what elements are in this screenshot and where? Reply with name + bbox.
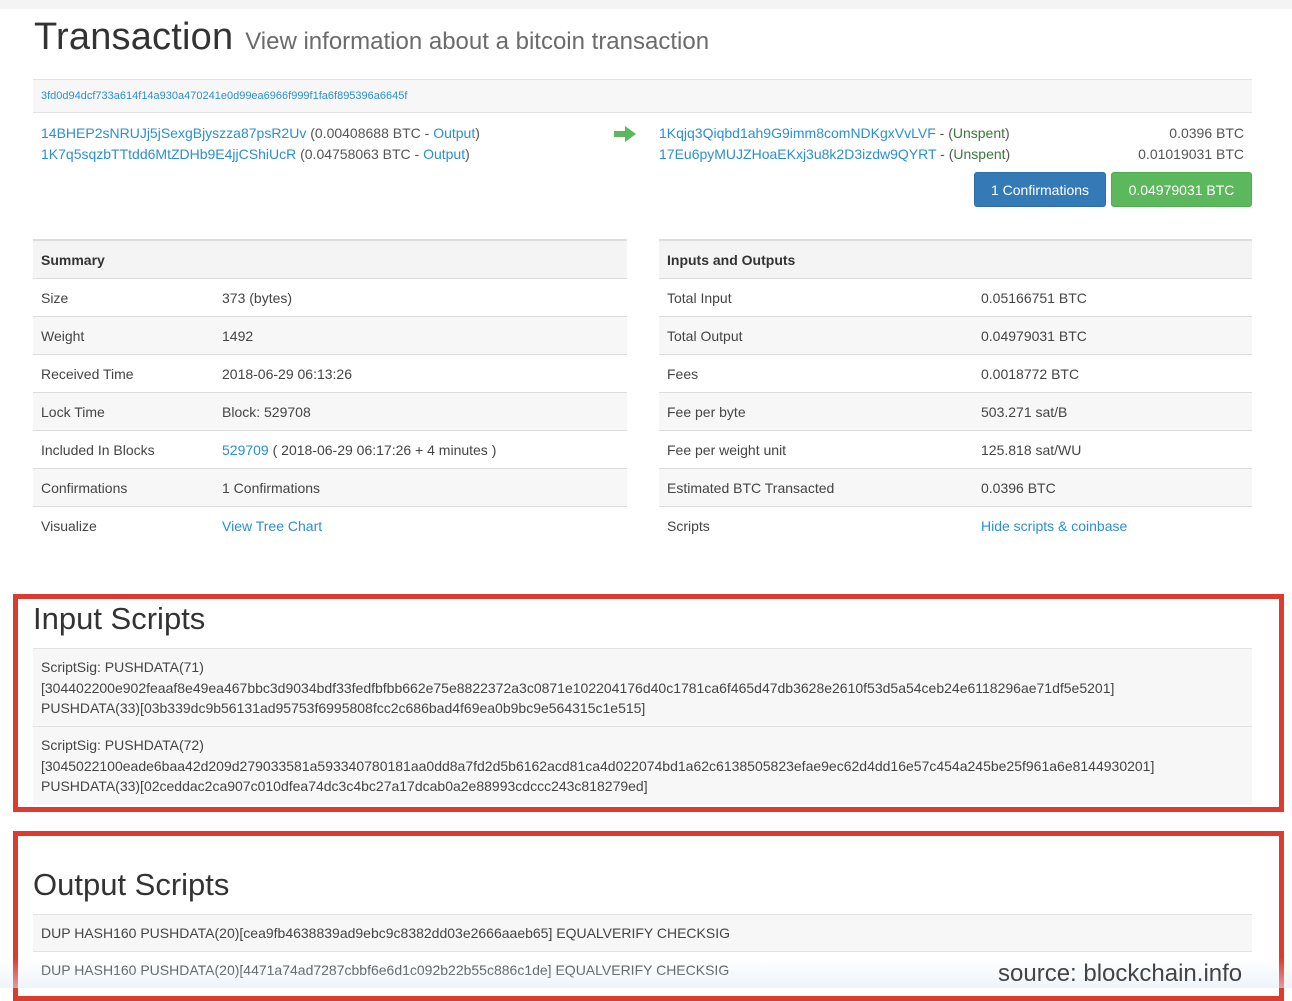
row-label: Fee per byte (659, 392, 973, 431)
source-caption: source: blockchain.info (998, 960, 1243, 987)
row-value: Block: 529708 (214, 392, 627, 431)
input-address-link[interactable]: 14BHEP2sNRUJj5jSexgBjyszza87psR2Uv (41, 125, 306, 141)
table-row: Confirmations 1 Confirmations (33, 468, 627, 507)
block-time: ( 2018-06-29 06:17:26 + 4 minutes ) (268, 441, 497, 458)
row-label: Confirmations (33, 468, 214, 507)
inputs-outputs-heading: Inputs and Outputs (659, 239, 1252, 279)
top-strip (0, 0, 1292, 9)
view-tree-chart-link[interactable]: View Tree Chart (222, 518, 322, 534)
output-values: 0.0396 BTC 0.01019031 BTC (1138, 123, 1244, 165)
table-row: Visualize View Tree Chart (33, 506, 627, 544)
confirmations-button[interactable]: 1 Confirmations (974, 172, 1106, 207)
arrow-right-icon (614, 126, 636, 142)
output-address-link[interactable]: 1Kqjq3Qiqbd1ah9G9imm8comNDKgxVvLVF (659, 125, 936, 141)
table-row: Size 373 (bytes) (33, 278, 627, 317)
input-scripts-highlight (13, 594, 1284, 812)
input-amount: (0.00408688 BTC - (310, 125, 434, 141)
block-link[interactable]: 529709 (222, 442, 269, 458)
row-value: 529709 ( 2018-06-29 06:17:26 + 4 minutes… (214, 430, 627, 469)
output-status: Unspent (952, 125, 1006, 141)
inputs-list: 14BHEP2sNRUJj5jSexgBjyszza87psR2Uv (0.00… (41, 123, 480, 165)
row-label: Fees (659, 354, 973, 393)
row-label: Fee per weight unit (659, 430, 973, 469)
outputs-list: 1Kqjq3Qiqbd1ah9G9imm8comNDKgxVvLVF - (Un… (659, 123, 1010, 165)
output-item: 17Eu6pyMUJZHoaEKxj3u8k2D3izdw9QYRT - (Un… (659, 146, 1011, 162)
row-value: 1492 (214, 316, 627, 355)
row-value: 125.818 sat/WU (973, 430, 1252, 469)
table-row: Lock Time Block: 529708 (33, 392, 627, 431)
input-output-link[interactable]: Output (433, 125, 475, 141)
output-item: 1Kqjq3Qiqbd1ah9G9imm8comNDKgxVvLVF - (Un… (659, 125, 1010, 141)
input-output-link[interactable]: Output (423, 146, 465, 162)
inputs-outputs-table: Inputs and Outputs Total Input 0.0516675… (659, 239, 1252, 544)
total-amount-button[interactable]: 0.04979031 BTC (1111, 172, 1252, 207)
table-row: Weight 1492 (33, 316, 627, 355)
table-row: Fee per byte 503.271 sat/B (659, 392, 1252, 431)
summary-table: Summary Size 373 (bytes) Weight 1492 Rec… (33, 239, 627, 544)
row-value: 0.04979031 BTC (973, 316, 1252, 355)
row-label: Size (33, 278, 214, 317)
row-label: Estimated BTC Transacted (659, 468, 973, 507)
row-value: 2018-06-29 06:13:26 (214, 354, 627, 393)
output-address-link[interactable]: 17Eu6pyMUJZHoaEKxj3u8k2D3izdw9QYRT (659, 146, 936, 162)
row-value: 373 (bytes) (214, 278, 627, 317)
input-amount: (0.04758063 BTC - (300, 146, 424, 162)
row-value: 0.0018772 BTC (973, 354, 1252, 393)
page-title: Transaction (34, 16, 234, 58)
row-value: 0.0396 BTC (973, 468, 1252, 507)
page-subtitle: View information about a bitcoin transac… (245, 28, 710, 55)
row-value: View Tree Chart (214, 506, 627, 544)
table-row: Total Input 0.05166751 BTC (659, 278, 1252, 317)
table-row: Included In Blocks 529709 ( 2018-06-29 0… (33, 430, 627, 469)
transaction-hash-link[interactable]: 3fd0d94dcf733a614f14a930a470241e0d99ea69… (41, 90, 407, 102)
row-label: Lock Time (33, 392, 214, 431)
row-label: Total Output (659, 316, 973, 355)
table-row: Estimated BTC Transacted 0.0396 BTC (659, 468, 1252, 507)
row-value: 503.271 sat/B (973, 392, 1252, 431)
input-item: 1K7q5sqzbTTtdd6MtZDHb9E4jjCShiUcR (0.047… (41, 146, 470, 162)
transaction-hash-row: 3fd0d94dcf733a614f14a930a470241e0d99ea69… (33, 79, 1252, 113)
row-label: Scripts (659, 506, 973, 544)
page-header: Transaction View information about a bit… (34, 16, 709, 59)
input-address-link[interactable]: 1K7q5sqzbTTtdd6MtZDHb9E4jjCShiUcR (41, 146, 296, 162)
table-row: Scripts Hide scripts & coinbase (659, 506, 1252, 544)
summary-heading: Summary (33, 239, 627, 279)
row-label: Total Input (659, 278, 973, 317)
table-row: Received Time 2018-06-29 06:13:26 (33, 354, 627, 393)
output-status: Unspent (953, 146, 1006, 162)
output-value: 0.0396 BTC (1169, 125, 1244, 141)
row-label: Visualize (33, 506, 214, 544)
row-label: Received Time (33, 354, 214, 393)
table-row: Fee per weight unit 125.818 sat/WU (659, 430, 1252, 469)
row-label: Weight (33, 316, 214, 355)
table-row: Fees 0.0018772 BTC (659, 354, 1252, 393)
input-item: 14BHEP2sNRUJj5jSexgBjyszza87psR2Uv (0.00… (41, 125, 480, 141)
table-row: Total Output 0.04979031 BTC (659, 316, 1252, 355)
row-label: Included In Blocks (33, 430, 214, 469)
row-value: 0.05166751 BTC (973, 278, 1252, 317)
row-value: 1 Confirmations (214, 468, 627, 507)
output-value: 0.01019031 BTC (1138, 146, 1244, 162)
hide-scripts-link[interactable]: Hide scripts & coinbase (981, 518, 1127, 534)
row-value: Hide scripts & coinbase (973, 506, 1252, 544)
